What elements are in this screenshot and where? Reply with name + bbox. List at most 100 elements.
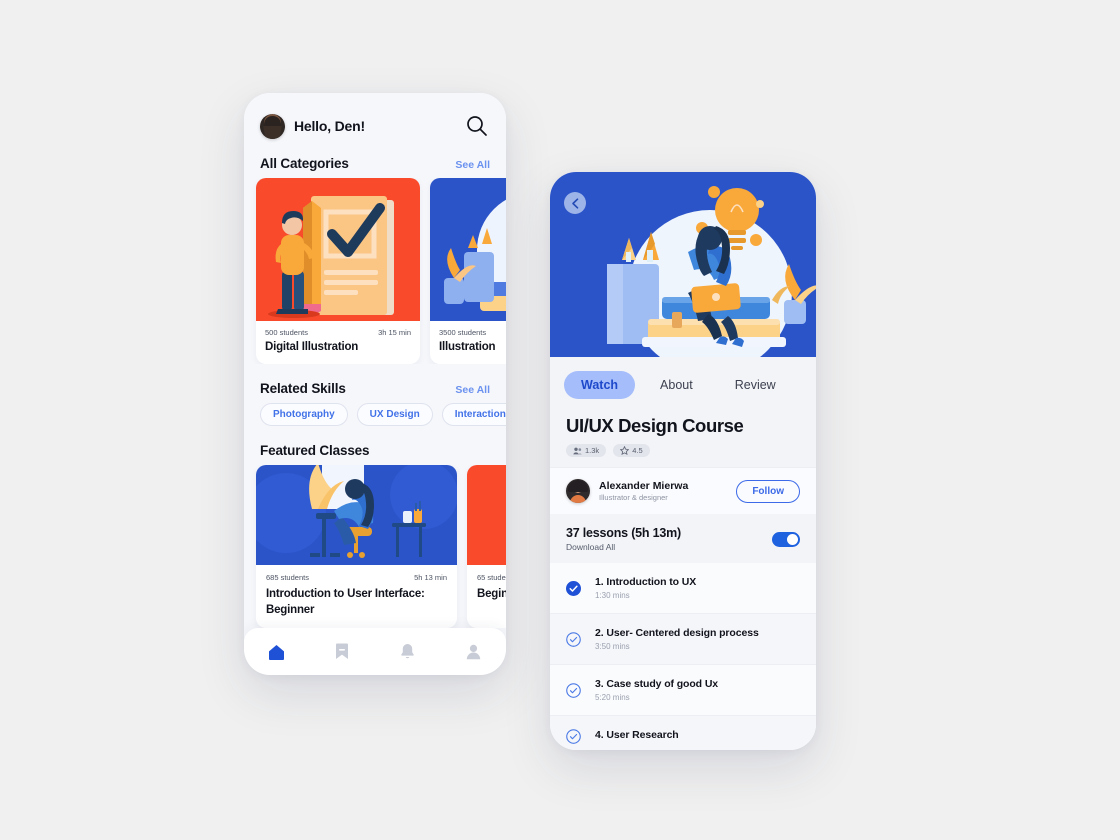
categories-title: All Categories bbox=[260, 156, 349, 171]
tab-bookmarks[interactable] bbox=[325, 637, 359, 667]
featured-section-header: Featured Classes bbox=[244, 426, 506, 465]
search-icon[interactable] bbox=[464, 113, 490, 139]
tab-home[interactable] bbox=[260, 637, 294, 667]
user-avatar-photo[interactable] bbox=[260, 113, 285, 139]
check-circle-outline-icon bbox=[566, 729, 581, 744]
lesson-title: 4. User Research bbox=[595, 729, 679, 741]
category-name: Illustration bbox=[439, 341, 496, 353]
students-count: 1.3k bbox=[585, 446, 600, 455]
lessons-header-text: 37 lessons (5h 13m) Download All bbox=[566, 526, 681, 552]
home-header: Hello, Den! bbox=[244, 93, 506, 139]
tab-notifications[interactable] bbox=[391, 637, 425, 667]
lesson-body: 1. Introduction to UX 1:30 mins bbox=[595, 576, 800, 600]
categories-carousel[interactable]: 500 students 3h 15 min Digital Illustrat… bbox=[244, 178, 506, 364]
bell-icon bbox=[401, 644, 414, 659]
skill-chip-ux-design[interactable]: UX Design bbox=[356, 403, 433, 426]
course-title: UI/UX Design Course bbox=[566, 415, 744, 436]
skill-chip-photography[interactable]: Photography bbox=[260, 403, 348, 426]
check-circle-filled-icon bbox=[566, 580, 581, 596]
star-icon bbox=[620, 446, 630, 455]
author-avatar-photo[interactable] bbox=[566, 479, 590, 503]
featured-card-meta: 685 students 5h 13 min bbox=[256, 565, 457, 584]
person-icon bbox=[466, 644, 480, 659]
instructor-card: Alexander Mierwa Illustrator & designer … bbox=[550, 467, 816, 514]
lesson-body: 2. User- Centered design process 3:50 mi… bbox=[595, 627, 800, 651]
category-card-meta: 500 students 3h 15 min bbox=[256, 321, 420, 338]
rating-value: 4.5 bbox=[632, 446, 643, 455]
people-icon bbox=[573, 447, 582, 454]
featured-card-meta: 65 stude bbox=[467, 565, 506, 584]
download-all-toggle[interactable] bbox=[772, 531, 800, 547]
lesson-title: 3. Case study of good Ux bbox=[595, 678, 719, 690]
course-hero bbox=[550, 172, 816, 357]
woman-laptop-books-illustration bbox=[607, 186, 816, 357]
check-circle-outline-icon bbox=[566, 682, 581, 698]
categories-section-header: All Categories See All bbox=[244, 139, 506, 178]
list-item[interactable]: 1. Introduction to UX 1:30 mins bbox=[550, 563, 816, 614]
home-icon bbox=[269, 644, 285, 660]
skills-title: Related Skills bbox=[260, 381, 346, 396]
download-all-label: Download All bbox=[566, 542, 616, 552]
lesson-duration: 5:20 mins bbox=[595, 693, 630, 702]
artist-easel-illustration bbox=[256, 465, 457, 565]
instructor-name: Alexander Mierwa bbox=[599, 480, 689, 492]
bookmark-icon bbox=[336, 643, 349, 659]
instructor-info: Alexander Mierwa Illustrator & designer bbox=[599, 480, 727, 502]
status-badge-students: 1.3k bbox=[566, 444, 607, 457]
course-badges: 1.3k 4.5 bbox=[550, 437, 816, 457]
lessons-header: 37 lessons (5h 13m) Download All bbox=[550, 514, 816, 563]
featured-title: Featured Classes bbox=[260, 443, 370, 458]
featured-students: 685 students bbox=[266, 573, 309, 582]
featured-carousel[interactable]: 685 students 5h 13 min Introduction to U… bbox=[244, 465, 506, 629]
categories-see-all-link[interactable]: See All bbox=[455, 159, 490, 171]
featured-card[interactable]: 685 students 5h 13 min Introduction to U… bbox=[256, 465, 457, 629]
category-duration: 3h 15 min bbox=[378, 328, 411, 337]
list-item[interactable]: 2. User- Centered design process 3:50 mi… bbox=[550, 614, 816, 665]
tab-watch[interactable]: Watch bbox=[564, 371, 636, 399]
checklist-person-illustration bbox=[256, 178, 420, 321]
skill-chip-interaction[interactable]: Interaction bbox=[441, 403, 506, 426]
featured-students: 65 stude bbox=[477, 573, 506, 582]
canvas: Hello, Den! All Categories See All 500 s… bbox=[0, 0, 1120, 840]
lessons-list[interactable]: 1. Introduction to UX 1:30 mins 2. User-… bbox=[550, 563, 816, 750]
skills-chip-row[interactable]: Photography UX Design Interaction bbox=[244, 403, 506, 426]
skills-see-all-link[interactable]: See All bbox=[455, 384, 490, 396]
featured-name: Introduction to User Interface: Beginner bbox=[266, 588, 425, 616]
lesson-title: 1. Introduction to UX bbox=[595, 576, 697, 588]
check-circle-outline-icon bbox=[566, 631, 581, 647]
red-card-illustration bbox=[467, 465, 506, 565]
follow-button[interactable]: Follow bbox=[736, 479, 800, 503]
greeting-group: Hello, Den! bbox=[260, 113, 365, 139]
tab-about[interactable]: About bbox=[643, 371, 710, 399]
tab-review[interactable]: Review bbox=[718, 371, 793, 399]
detail-scroll-area[interactable]: Watch About Review UI/UX Design Course 1… bbox=[550, 172, 816, 750]
featured-card[interactable]: 65 stude Begin bbox=[467, 465, 506, 629]
lesson-body: 3. Case study of good Ux 5:20 mins bbox=[595, 678, 800, 702]
skills-section-header: Related Skills See All bbox=[244, 364, 506, 403]
phone-home-screen: Hello, Den! All Categories See All 500 s… bbox=[244, 93, 506, 675]
category-students: 500 students bbox=[265, 328, 308, 337]
lesson-body: 4. User Research bbox=[595, 729, 800, 744]
featured-name: Begin bbox=[477, 588, 506, 600]
home-scroll-area[interactable]: Hello, Den! All Categories See All 500 s… bbox=[244, 93, 506, 675]
lesson-duration: 3:50 mins bbox=[595, 642, 630, 651]
featured-duration: 5h 13 min bbox=[414, 573, 447, 582]
category-students: 3500 students bbox=[439, 328, 487, 337]
idea-books-illustration bbox=[430, 178, 506, 321]
list-item[interactable]: 3. Case study of good Ux 5:20 mins bbox=[550, 665, 816, 716]
category-card-meta: 3500 students bbox=[430, 321, 506, 338]
list-item[interactable]: 4. User Research bbox=[550, 716, 816, 750]
phone-course-detail: Watch About Review UI/UX Design Course 1… bbox=[550, 172, 816, 750]
status-badge-rating: 4.5 bbox=[613, 444, 650, 457]
lesson-duration: 1:30 mins bbox=[595, 591, 630, 600]
tab-profile[interactable] bbox=[456, 637, 490, 667]
greeting-text: Hello, Den! bbox=[294, 118, 365, 134]
category-card[interactable]: 3500 students Illustration bbox=[430, 178, 506, 364]
category-name: Digital Illustration bbox=[265, 341, 359, 353]
lessons-count: 37 lessons (5h 13m) bbox=[566, 526, 682, 540]
instructor-role: Illustrator & designer bbox=[599, 493, 668, 502]
category-card[interactable]: 500 students 3h 15 min Digital Illustrat… bbox=[256, 178, 420, 364]
detail-tabs[interactable]: Watch About Review bbox=[550, 357, 816, 399]
bottom-tabbar bbox=[244, 628, 506, 675]
chevron-left-icon[interactable] bbox=[564, 192, 586, 214]
